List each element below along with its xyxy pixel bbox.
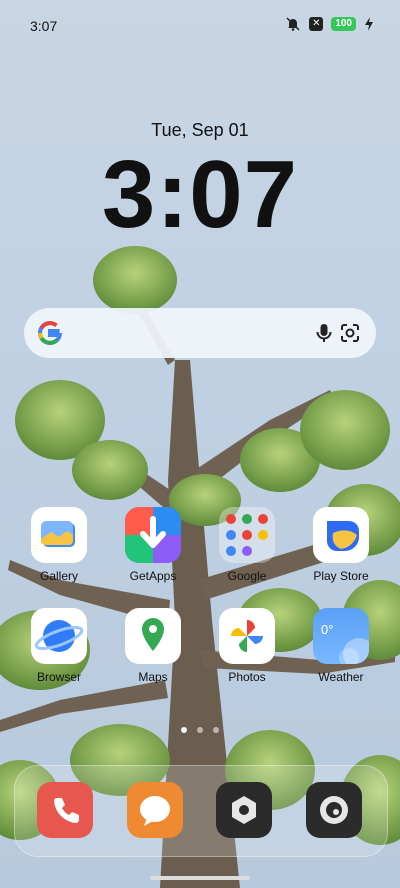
app-label: Play Store <box>313 569 369 583</box>
lens-icon[interactable] <box>338 321 362 345</box>
gallery-icon <box>31 507 87 563</box>
camera-icon[interactable] <box>306 782 362 838</box>
settings-icon[interactable] <box>216 782 272 838</box>
silent-icon <box>285 16 301 32</box>
app-label: Browser <box>36 670 81 684</box>
app-label: Gallery <box>39 569 78 583</box>
app-maps[interactable]: Maps <box>107 608 199 684</box>
page-dot <box>197 727 203 733</box>
google-g-icon <box>38 321 63 345</box>
status-time: 3:07 <box>30 18 58 34</box>
app-browser[interactable]: Browser <box>13 608 105 684</box>
mic-icon[interactable] <box>312 321 336 345</box>
google-folder-icon <box>219 507 275 563</box>
page-indicator[interactable] <box>0 720 400 738</box>
clock-time[interactable]: 3:07 <box>0 140 400 250</box>
clock-date[interactable]: Tue, Sep 01 <box>0 120 400 141</box>
play-store-icon <box>313 507 369 563</box>
app-gallery[interactable]: Gallery <box>13 507 105 583</box>
status-bar: 3:07 ✕ 100 <box>0 0 400 52</box>
battery-icon: 100 <box>331 17 356 31</box>
maps-icon <box>125 608 181 664</box>
messages-icon[interactable] <box>127 782 183 838</box>
browser-icon <box>31 608 87 664</box>
weather-icon: 0° <box>313 608 369 664</box>
page-dot <box>181 727 187 733</box>
app-photos[interactable]: Photos <box>201 608 293 684</box>
notification-icon: ✕ <box>309 17 324 31</box>
app-label: Weather <box>318 670 364 684</box>
app-weather[interactable]: 0° Weather <box>295 608 387 684</box>
app-label: GetApps <box>129 569 177 583</box>
phone-icon[interactable] <box>37 782 93 838</box>
app-label: Maps <box>138 670 168 684</box>
app-google-folder[interactable]: Google <box>201 507 293 583</box>
page-dot <box>213 727 219 733</box>
photos-icon <box>219 608 275 664</box>
charging-icon <box>364 17 374 31</box>
app-getapps[interactable]: GetApps <box>107 507 199 583</box>
getapps-icon <box>125 507 181 563</box>
home-indicator[interactable] <box>150 876 250 880</box>
app-play-store[interactable]: Play Store <box>295 507 387 583</box>
google-search-bar[interactable] <box>24 308 376 358</box>
app-label: Photos <box>228 670 266 684</box>
app-label: Google <box>227 569 267 583</box>
